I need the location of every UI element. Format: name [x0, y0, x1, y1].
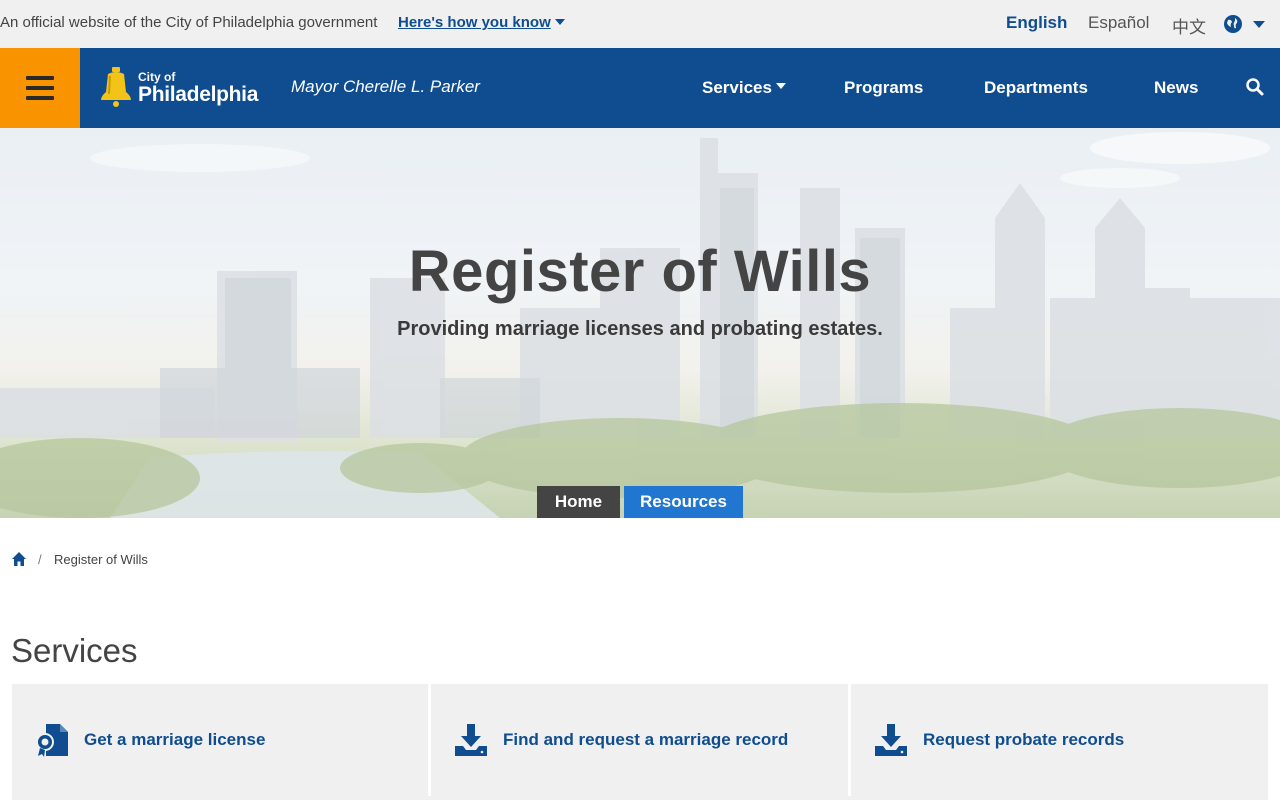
- nav-news[interactable]: News: [1154, 78, 1198, 98]
- language-spanish[interactable]: Español: [1088, 13, 1149, 33]
- breadcrumb-separator: /: [38, 552, 42, 567]
- menu-button[interactable]: [0, 48, 80, 128]
- hamburger-line: [26, 76, 54, 80]
- city-logo[interactable]: City of Philadelphia: [98, 66, 263, 110]
- license-certificate-icon: [36, 724, 68, 757]
- service-card-label: Find and request a marriage record: [503, 730, 789, 749]
- page-title: Register of Wills: [408, 239, 872, 304]
- download-icon: [455, 724, 487, 756]
- next-row-cards-edge: [12, 796, 1268, 800]
- official-website-text: An official website of the City of Phila…: [0, 14, 378, 31]
- logo-city-of: City of: [138, 70, 176, 84]
- site-header: City of Philadelphia Mayor Cherelle L. P…: [0, 48, 1280, 128]
- home-icon[interactable]: [11, 551, 27, 567]
- logo-philadelphia: Philadelphia: [138, 83, 259, 106]
- hero-banner: Register of Wills Providing marriage lic…: [0, 128, 1280, 518]
- tab-resources[interactable]: Resources: [624, 486, 743, 518]
- nav-services[interactable]: Services: [702, 78, 786, 98]
- download-icon: [875, 724, 907, 756]
- tab-home[interactable]: Home: [537, 486, 620, 518]
- hamburger-line: [26, 96, 54, 100]
- service-card-marriage-license[interactable]: Get a marriage license: [12, 684, 428, 796]
- nav-departments[interactable]: Departments: [984, 78, 1088, 98]
- chevron-down-icon: [775, 83, 786, 89]
- liberty-bell-icon: [101, 67, 131, 107]
- breadcrumb-current: Register of Wills: [54, 552, 148, 567]
- service-card-probate-records[interactable]: Request probate records: [851, 684, 1268, 796]
- mayor-name: Mayor Cherelle L. Parker: [291, 77, 480, 96]
- page-subtitle: Providing marriage licenses and probatin…: [397, 318, 883, 340]
- search-icon[interactable]: [1245, 77, 1265, 97]
- nav-programs[interactable]: Programs: [844, 78, 923, 98]
- chevron-down-icon: [554, 19, 565, 25]
- how-you-know-link[interactable]: Here's how you know: [398, 14, 565, 31]
- service-card-label: Request probate records: [923, 730, 1125, 749]
- official-banner: An official website of the City of Phila…: [0, 0, 1280, 48]
- service-card-marriage-record[interactable]: Find and request a marriage record: [431, 684, 848, 796]
- nav-services-label: Services: [702, 78, 772, 97]
- language-chinese[interactable]: 中文: [1172, 13, 1206, 38]
- language-english[interactable]: English: [1006, 13, 1067, 33]
- globe-icon[interactable]: [1223, 14, 1243, 34]
- services-heading: Services: [11, 632, 138, 669]
- language-menu-chevron-icon[interactable]: [1253, 21, 1265, 28]
- how-you-know-label: Here's how you know: [398, 14, 551, 31]
- service-card-label: Get a marriage license: [84, 730, 266, 749]
- hamburger-line: [26, 86, 54, 90]
